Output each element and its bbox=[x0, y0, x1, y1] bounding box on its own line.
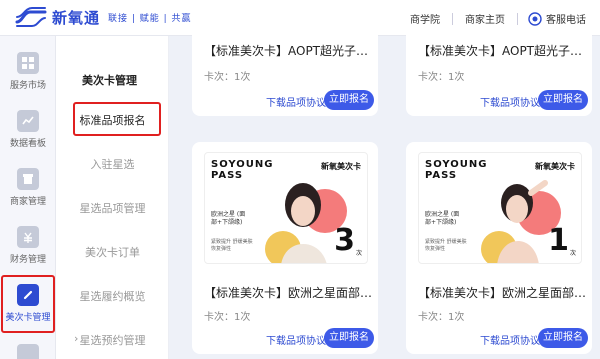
nav-item-merchant-management[interactable]: 商家管理 bbox=[0, 158, 56, 216]
submenu-item-fulfillment-overview[interactable]: 星选履约概览 bbox=[56, 288, 169, 304]
card-title[interactable]: 【标准美次卡】AOPT超光子3次... bbox=[204, 42, 374, 59]
pass-brand: SOYOUNG PASS bbox=[425, 159, 488, 181]
product-card: SOYOUNG PASS 新氧美次卡 欧洲之星 (面部+下颌缘) 紧致提升 舒缓… bbox=[192, 142, 378, 354]
pass-tag: 新氧美次卡 bbox=[535, 162, 575, 171]
highlight-box bbox=[1, 275, 55, 333]
submenu: 美次卡管理 标准品项报名 入驻星选 星选品项管理 美次卡订单 星选履约概览 › … bbox=[56, 36, 169, 359]
card-count: 卡次：1次 bbox=[418, 312, 465, 323]
finance-icon bbox=[17, 226, 39, 248]
brand[interactable]: 新氧通 联接 | 赋能 | 共赢 bbox=[14, 6, 192, 28]
nav-label: 数据看板 bbox=[9, 139, 46, 149]
submenu-title: 美次卡管理 bbox=[82, 74, 137, 87]
download-agreement-link[interactable]: 下载品项协议 bbox=[266, 94, 326, 109]
more-nav-icon[interactable] bbox=[17, 344, 39, 359]
submenu-item-join-star[interactable]: 入驻星选 bbox=[56, 156, 169, 172]
card-title[interactable]: 【标准美次卡】欧洲之星面部+... bbox=[204, 284, 374, 301]
nav-label: 服务市场 bbox=[9, 81, 46, 91]
card-count: 卡次：1次 bbox=[418, 72, 465, 83]
phone-label: 客服电话 bbox=[546, 15, 586, 26]
pass-number-unit: 次 bbox=[569, 250, 576, 257]
pass-text: 欧洲之星 (面部+下颌缘) bbox=[211, 211, 246, 226]
business-school-link[interactable]: 商学院 bbox=[398, 11, 452, 26]
nav-item-service-market[interactable]: 服务市场 bbox=[0, 42, 56, 100]
card-count: 卡次：1次 bbox=[204, 312, 251, 323]
highlight-box bbox=[73, 102, 161, 136]
pass-image[interactable]: SOYOUNG PASS 新氧美次卡 欧洲之星 (面部+下颌缘) 紧致提升 舒缓… bbox=[204, 152, 368, 264]
pass-tag: 新氧美次卡 bbox=[321, 162, 361, 171]
download-agreement-link[interactable]: 下载品项协议 bbox=[266, 332, 326, 347]
nav-label: 财务管理 bbox=[9, 255, 46, 265]
merchant-home-link[interactable]: 商家主页 bbox=[453, 11, 517, 26]
download-agreement-link[interactable]: 下载品项协议 bbox=[480, 332, 540, 347]
pass-small-text: 紧致提升 舒缓美肤 恢复弹性 bbox=[425, 239, 467, 252]
chart-icon bbox=[17, 110, 39, 132]
register-button[interactable]: 立即报名 bbox=[324, 90, 374, 110]
card-count: 卡次：1次 bbox=[204, 72, 251, 83]
nav-label: 商家管理 bbox=[9, 197, 46, 207]
product-card: 【标准美次卡】AOPT超光子3次... 卡次：1次 下载品项协议 立即报名 bbox=[192, 26, 378, 116]
card-title[interactable]: 【标准美次卡】AOPT超光子1次... bbox=[418, 42, 588, 59]
brand-slogan: 联接 | 赋能 | 共赢 bbox=[108, 13, 192, 24]
grid-icon bbox=[17, 52, 39, 74]
card-title[interactable]: 【标准美次卡】欧洲之星面部+... bbox=[418, 284, 588, 301]
download-agreement-link[interactable]: 下载品项协议 bbox=[480, 94, 540, 109]
register-button[interactable]: 立即报名 bbox=[538, 90, 588, 110]
product-card: SOYOUNG PASS 新氧美次卡 欧洲之星 (面部+下颌缘) 紧致提升 舒缓… bbox=[406, 142, 592, 354]
pass-number: 1 bbox=[548, 223, 569, 258]
pass-small-text: 紧致提升 舒缓美肤 恢复弹性 bbox=[211, 239, 253, 252]
submenu-item-card-orders[interactable]: 美次卡订单 bbox=[56, 244, 169, 260]
pass-text: 欧洲之星 (面部+下颌缘) bbox=[425, 211, 460, 226]
nav-item-finance-management[interactable]: 财务管理 bbox=[0, 216, 56, 274]
pass-number-unit: 次 bbox=[355, 250, 362, 257]
pass-brand: SOYOUNG PASS bbox=[211, 159, 274, 181]
pass-image[interactable]: SOYOUNG PASS 新氧美次卡 欧洲之星 (面部+下颌缘) 紧致提升 舒缓… bbox=[418, 152, 582, 264]
nav-item-data-board[interactable]: 数据看板 bbox=[0, 100, 56, 158]
submenu-item-star-management[interactable]: 星选品项管理 bbox=[56, 200, 169, 216]
register-button[interactable]: 立即报名 bbox=[538, 328, 588, 348]
headset-icon bbox=[528, 11, 542, 26]
product-card: 【标准美次卡】AOPT超光子1次... 卡次：1次 下载品项协议 立即报名 bbox=[406, 26, 592, 116]
register-button[interactable]: 立即报名 bbox=[324, 328, 374, 348]
brand-name: 新氧通 bbox=[52, 8, 101, 27]
submenu-item-reservation-management[interactable]: 星选预约管理 bbox=[56, 332, 169, 348]
brand-logo-icon bbox=[15, 7, 47, 27]
customer-service-phone[interactable]: 客服电话 bbox=[518, 11, 586, 26]
top-links: 商学院 商家主页 客服电话 bbox=[398, 11, 586, 26]
shop-icon bbox=[17, 168, 39, 190]
pass-number: 3 bbox=[334, 223, 355, 258]
